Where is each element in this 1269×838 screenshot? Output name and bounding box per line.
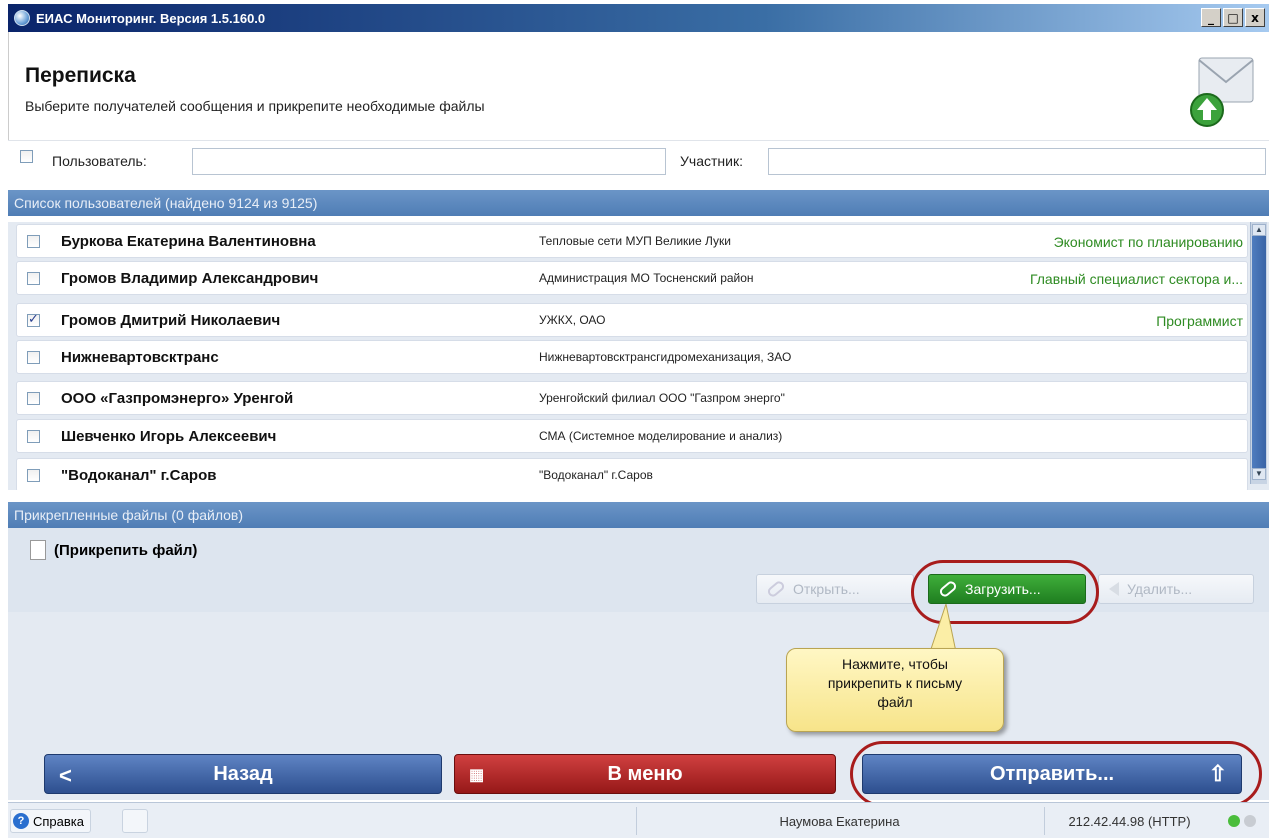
upload-tooltip-callout: Нажмите, чтобы прикрепить к письму файл	[786, 648, 1004, 732]
open-file-label: Открыть...	[793, 581, 860, 597]
window-controls: _ □ x	[1201, 8, 1265, 27]
minimize-button[interactable]: _	[1201, 8, 1221, 27]
user-organization: Нижневартовсктрансгидромеханизация, ЗАО	[539, 350, 792, 364]
callout-line-1: Нажмите, чтобы	[842, 656, 948, 672]
user-row[interactable]: ООО «Газпромэнерго» Уренгой Уренгойский …	[16, 381, 1248, 415]
user-organization: Тепловые сети МУП Великие Луки	[539, 234, 731, 248]
user-organization: Уренгойский филиал ООО "Газпром энерго"	[539, 391, 785, 405]
page-header: Переписка Выберите получателей сообщения…	[8, 32, 1269, 140]
status-bar: ? Справка Наумова Екатерина 212.42.44.98…	[8, 802, 1269, 838]
delete-arrow-icon	[1109, 582, 1119, 596]
page-subtitle: Выберите получателей сообщения и прикреп…	[25, 98, 485, 114]
user-name: Нижневартовсктранс	[61, 349, 219, 366]
user-organization: "Водоканал" г.Саров	[539, 468, 653, 482]
user-position: Программист	[1156, 313, 1243, 329]
chevron-left-icon: <	[59, 763, 72, 788]
user-list: Буркова Екатерина Валентиновна Тепловые …	[8, 222, 1269, 490]
user-checkbox[interactable]	[27, 312, 40, 327]
user-search-input[interactable]	[192, 148, 666, 175]
user-name: Громов Владимир Александрович	[61, 270, 319, 287]
paperclip-icon	[765, 579, 787, 599]
window-titlebar: ЕИАС Мониторинг. Версия 1.5.160.0 _ □ x	[8, 4, 1269, 32]
network-icon[interactable]	[122, 809, 148, 833]
user-checkbox[interactable]	[27, 272, 40, 285]
document-icon	[30, 540, 46, 560]
user-name: ООО «Газпромэнерго» Уренгой	[61, 390, 294, 407]
files-empty-area	[8, 612, 1269, 750]
user-position: Экономист по планированию	[1053, 234, 1243, 250]
help-label: Справка	[33, 813, 84, 829]
user-name: Громов Дмитрий Николаевич	[61, 312, 281, 329]
user-row[interactable]: Буркова Екатерина Валентиновна Тепловые …	[16, 224, 1248, 258]
user-organization: Администрация МО Тосненский район	[539, 271, 754, 285]
help-icon: ?	[13, 813, 29, 829]
user-list-scrollbar[interactable]: ▲ ▼	[1250, 222, 1267, 484]
user-checkbox[interactable]	[27, 392, 40, 405]
status-server: 212.42.44.98 (HTTP)	[1044, 807, 1214, 835]
scroll-thumb[interactable]	[1252, 224, 1266, 476]
user-checkbox[interactable]	[27, 235, 40, 248]
filter-row: Пользователь: Участник:	[8, 140, 1269, 184]
delete-file-label: Удалить...	[1127, 581, 1193, 597]
page-title: Переписка	[25, 64, 136, 87]
user-row[interactable]: "Водоканал" г.Саров "Водоканал" г.Саров	[16, 458, 1248, 490]
activity-status-icon	[1244, 815, 1256, 827]
participant-search-input[interactable]	[768, 148, 1266, 175]
maximize-button[interactable]: □	[1223, 8, 1243, 27]
close-button[interactable]: x	[1245, 8, 1265, 27]
back-button[interactable]: < Назад	[44, 754, 442, 794]
menu-button-label: В меню	[607, 762, 683, 785]
user-name: "Водоканал" г.Саров	[61, 467, 217, 484]
window-title: ЕИАС Мониторинг. Версия 1.5.160.0	[36, 10, 266, 26]
scroll-down-icon[interactable]: ▼	[1252, 468, 1266, 480]
user-name: Буркова Екатерина Валентиновна	[61, 233, 316, 250]
status-current-user: Наумова Екатерина	[636, 807, 1042, 835]
attach-file-label[interactable]: (Прикрепить файл)	[54, 542, 197, 559]
callout-line-3: файл	[877, 694, 913, 710]
user-checkbox[interactable]	[27, 469, 40, 482]
user-organization: УЖКХ, ОАО	[539, 313, 606, 327]
user-filter-label: Пользователь:	[52, 153, 147, 169]
help-button[interactable]: ? Справка	[10, 809, 91, 833]
mail-send-icon	[1190, 57, 1254, 127]
user-row[interactable]: Громов Дмитрий Николаевич УЖКХ, ОАО Прог…	[16, 303, 1248, 337]
user-organization: СМА (Системное моделирование и анализ)	[539, 429, 783, 443]
user-row[interactable]: Шевченко Игорь Алексеевич СМА (Системное…	[16, 419, 1248, 453]
send-highlight-oval	[850, 741, 1262, 807]
scroll-up-icon[interactable]: ▲	[1252, 224, 1266, 236]
menu-button[interactable]: ▦ В меню	[454, 754, 836, 794]
users-section-header: Список пользователей (найдено 9124 из 91…	[8, 190, 1269, 216]
app-icon	[14, 10, 30, 26]
back-button-label: Назад	[213, 762, 273, 785]
callout-tail	[929, 604, 957, 653]
open-file-button[interactable]: Открыть...	[756, 574, 914, 604]
delete-file-button[interactable]: Удалить...	[1098, 574, 1254, 604]
files-section-header: Прикрепленные файлы (0 файлов)	[8, 502, 1269, 528]
user-name: Шевченко Игорь Алексеевич	[61, 428, 277, 445]
select-all-checkbox[interactable]	[20, 150, 33, 163]
user-checkbox[interactable]	[27, 351, 40, 364]
callout-line-2: прикрепить к письму	[827, 675, 963, 691]
participant-filter-label: Участник:	[680, 153, 743, 169]
user-position: Главный специалист сектора и...	[1029, 271, 1243, 287]
connection-status-icon	[1228, 815, 1240, 827]
user-checkbox[interactable]	[27, 430, 40, 443]
grid-menu-icon: ▦	[469, 767, 485, 784]
user-row[interactable]: Громов Владимир Александрович Администра…	[16, 261, 1248, 295]
user-row[interactable]: Нижневартовсктранс Нижневартовсктрансгид…	[16, 340, 1248, 374]
